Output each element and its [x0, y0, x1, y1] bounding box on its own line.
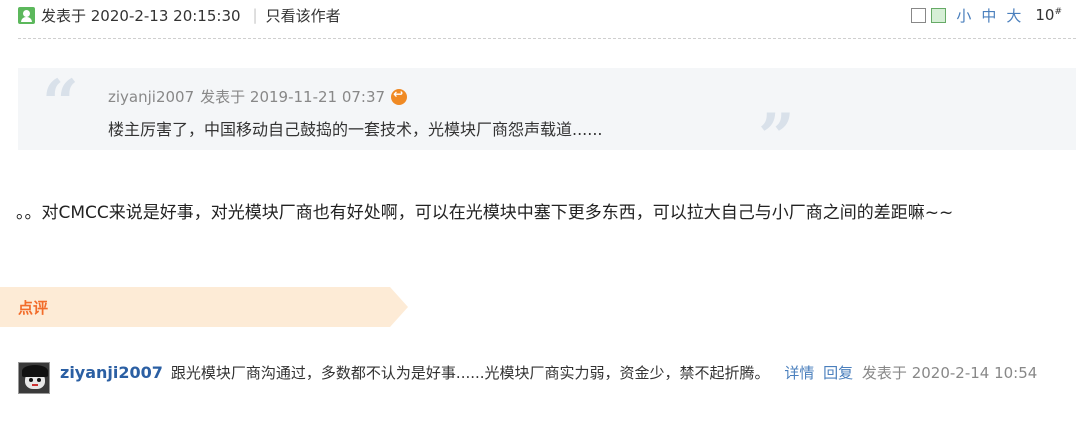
- comment-detail-link[interactable]: 详情: [784, 364, 814, 382]
- comment-time: 发表于 2020-2-14 10:54: [861, 364, 1038, 382]
- comment-section-title: 点评: [18, 299, 49, 317]
- comment-reply-link[interactable]: 回复: [823, 364, 853, 382]
- post-tools: 小 中 大 10#: [911, 0, 1062, 30]
- font-size-medium-link[interactable]: 中: [981, 5, 996, 26]
- comment-text: 跟光模块厂商沟通过，多数都不认为是好事......光模块厂商实力弱，资金少，禁不…: [170, 364, 770, 382]
- post-body: 。。对CMCC来说是好事，对光模块厂商也有好处啊，可以在光模块中塞下更多东西，可…: [16, 203, 954, 223]
- comment-user-link[interactable]: ziyanji2007: [60, 363, 163, 382]
- open-quote-icon: “: [42, 66, 79, 141]
- floor-number[interactable]: 10#: [1035, 6, 1062, 24]
- only-view-author-link[interactable]: 只看该作者: [266, 5, 341, 26]
- jump-to-post-icon[interactable]: [391, 87, 408, 105]
- quote-block: “ ziyanji2007 发表于 2019-11-21 07:37 楼主厉害了…: [18, 66, 1076, 170]
- quote-time: 发表于 2019-11-21 07:37: [200, 88, 386, 106]
- font-size-large-link[interactable]: 大: [1006, 5, 1021, 26]
- quote-meta: ziyanji2007 发表于 2019-11-21 07:37: [108, 86, 408, 107]
- quote-author: ziyanji2007: [108, 87, 195, 106]
- bg-green-toggle-icon[interactable]: [931, 7, 947, 23]
- bg-white-toggle-icon[interactable]: [911, 7, 927, 23]
- user-online-icon: [18, 6, 35, 24]
- comment-header-bg: [0, 287, 408, 327]
- font-size-small-link[interactable]: 小: [956, 5, 971, 26]
- floor-suffix: #: [1054, 7, 1062, 17]
- avatar[interactable]: [18, 362, 50, 394]
- floor-number-value: 10: [1035, 6, 1055, 24]
- close-quote-icon: ”: [758, 100, 795, 175]
- comment-section-header: 点评: [0, 287, 410, 327]
- comment-content: ziyanji2007 跟光模块厂商沟通过，多数都不认为是好事......光模块厂…: [60, 360, 1076, 386]
- dashed-divider: [18, 38, 1076, 39]
- quote-text: 楼主厉害了，中国移动自己鼓捣的一套技术，光模块厂商怨声载道......: [108, 120, 603, 139]
- post-time: 发表于 2020-2-13 20:15:30: [41, 6, 241, 25]
- separator: |: [252, 6, 258, 24]
